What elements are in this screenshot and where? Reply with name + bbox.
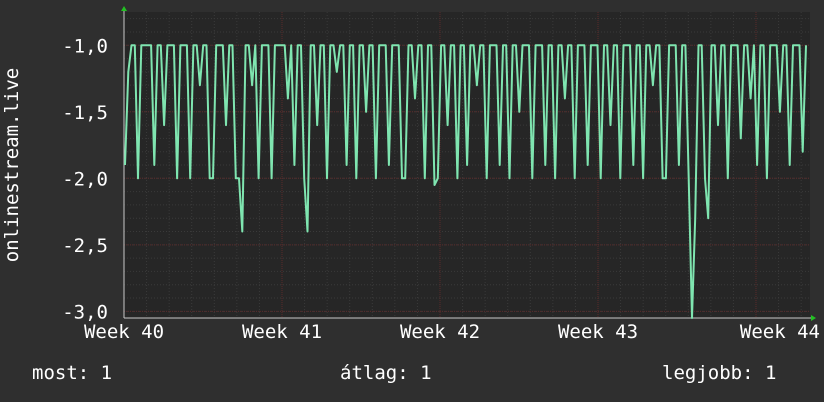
- y-tick-label: -1,0: [62, 35, 108, 57]
- y-axis-arrow: [121, 6, 127, 11]
- x-tick-label: Week 44: [740, 321, 820, 343]
- y-tick-label: -1,5: [62, 102, 108, 124]
- y-tick-label: -2,5: [62, 235, 108, 257]
- x-tick-label: Week 43: [558, 321, 638, 343]
- chart: -1,0-1,5-2,0-2,5-3,0 Week 40 Week 41 Week …: [1, 6, 820, 343]
- y-tick-labels: -1,0-1,5-2,0-2,5-3,0: [62, 35, 108, 323]
- legend-average: átlag: 1: [340, 362, 432, 384]
- y-axis-label: onlinestream.live: [1, 68, 23, 262]
- x-tick-label: Week 40: [84, 321, 164, 343]
- x-tick-label: Week 41: [242, 321, 322, 343]
- y-tick-label: -2,0: [62, 168, 108, 190]
- x-tick-label: Week 42: [400, 321, 480, 343]
- legend-current: most: 1: [32, 362, 113, 384]
- legend-max: legjobb: 1: [662, 362, 777, 384]
- x-tick-labels: Week 40 Week 41 Week 42 Week 43 Week 44: [84, 321, 820, 343]
